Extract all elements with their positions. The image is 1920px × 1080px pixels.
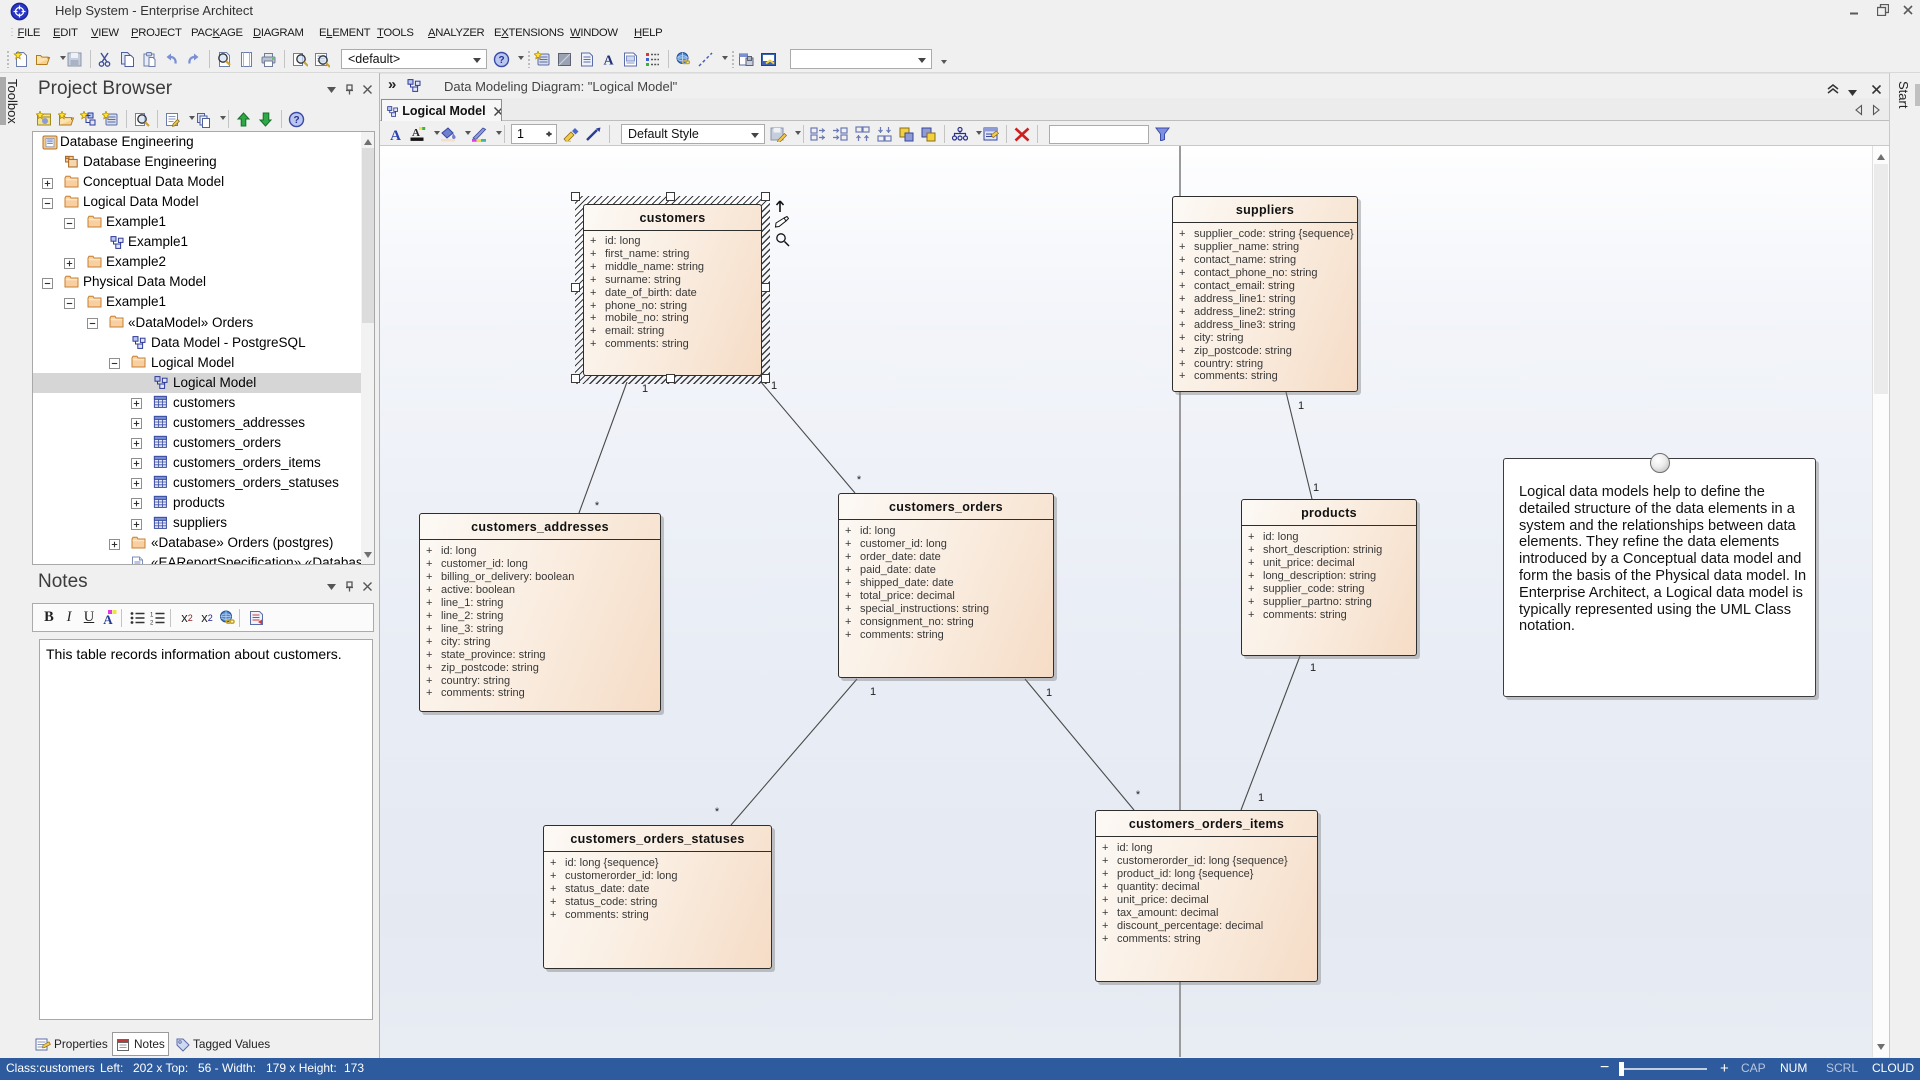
- svg-text:A: A: [103, 612, 113, 627]
- svg-text:A: A: [603, 53, 614, 68]
- svg-text:?: ?: [293, 115, 299, 126]
- svg-text:2: 2: [150, 620, 154, 625]
- svg-text:A: A: [390, 128, 401, 142]
- svg-text:A: A: [412, 127, 420, 139]
- svg-text:?: ?: [498, 55, 504, 66]
- svg-text:1: 1: [150, 612, 154, 618]
